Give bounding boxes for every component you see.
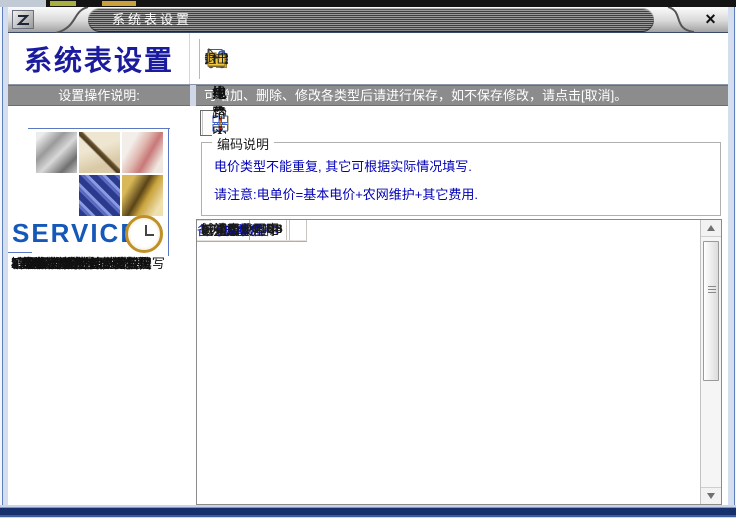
titlebar-stripes: 系统表设置 [88,8,654,32]
watch-hand [145,234,154,236]
tab-line-regions[interactable]: 线路区域 [200,110,224,136]
app-window: 系统表设置 × 系统表设置 到首 向前 [0,0,736,518]
groupbox-title: 编码说明 [212,134,274,153]
toolbar-row: 系统表设置 到首 向前 向后 [8,33,728,85]
photo-keyboard [79,175,120,216]
background-strip-light [0,0,46,7]
photo-watch-parts [122,175,163,216]
arrow-down-icon [707,493,715,499]
window-border-right [728,7,736,518]
page-title-panel: 系统表设置 [8,33,190,84]
thumb-grip-icon [708,286,716,294]
app-logo-icon [12,10,34,29]
note-line: 请注意:电单价=基本电价+农网维护+其它费用. [214,184,478,203]
coding-notes-groupbox: 编码说明 电价类型不能重复, 其它可根据实际情况填写. 请注意:电单价=基本电价… [201,142,721,216]
page-title: 系统表设置 [24,39,174,79]
titlebar-curve-left [52,7,92,33]
photo-pocket-watch [125,215,163,253]
background-icon-remnant [102,1,136,6]
photo-metal-tools [36,132,77,173]
sidebar-caption: 设置操作说明: [8,85,190,106]
close-button[interactable]: × [700,9,721,30]
price-type-grid: 电价类型 类型名称 电单价 备注说明 DJ1 普通工业 0.926 DJ2 城镇… [196,219,722,505]
sidebar: SERVICE 设置操作说明: 1.操作人员的权限可按需 要分配便于兼职操作,但… [8,106,190,505]
photo-colored-pens [122,132,163,173]
toolbar: 到首 向前 向后 到尾 [194,33,728,84]
scroll-down-button[interactable] [701,487,721,504]
instruction-line: 管理时应按楼幢划分. [11,256,132,272]
service-logo: SERVICE [12,218,140,249]
titlebar-curve-right [656,7,696,33]
titlebar: 系统表设置 × [8,7,728,33]
vertical-scrollbar[interactable] [700,220,721,504]
exit-button[interactable]: 退出 [194,35,239,83]
scrollbar-thumb[interactable] [703,241,719,381]
record-count-value: 3 [197,221,307,240]
background-icon-remnant [50,1,76,6]
note-line: 电价类型不能重复, 其它可根据实际情况填写. [214,156,472,175]
tabs-row: 操作人员 电表类型 电价类型 线路区域 [196,106,728,140]
window-title: 系统表设置 [112,8,192,32]
decor-line [168,128,169,256]
photo-fountain-pen [79,132,120,173]
decor-line [8,252,32,253]
scroll-up-button[interactable] [701,220,721,237]
info-bar: 可增加、删除、修改各类型后请进行保存，如不保存修改，请点击[取消]。 [196,85,728,106]
background-strip [0,0,736,7]
window-border-bottom [0,505,736,518]
decor-line [28,128,170,129]
window-border-left [0,7,8,518]
toolbar-label: 退出 [204,52,228,66]
arrow-up-icon [707,225,715,231]
